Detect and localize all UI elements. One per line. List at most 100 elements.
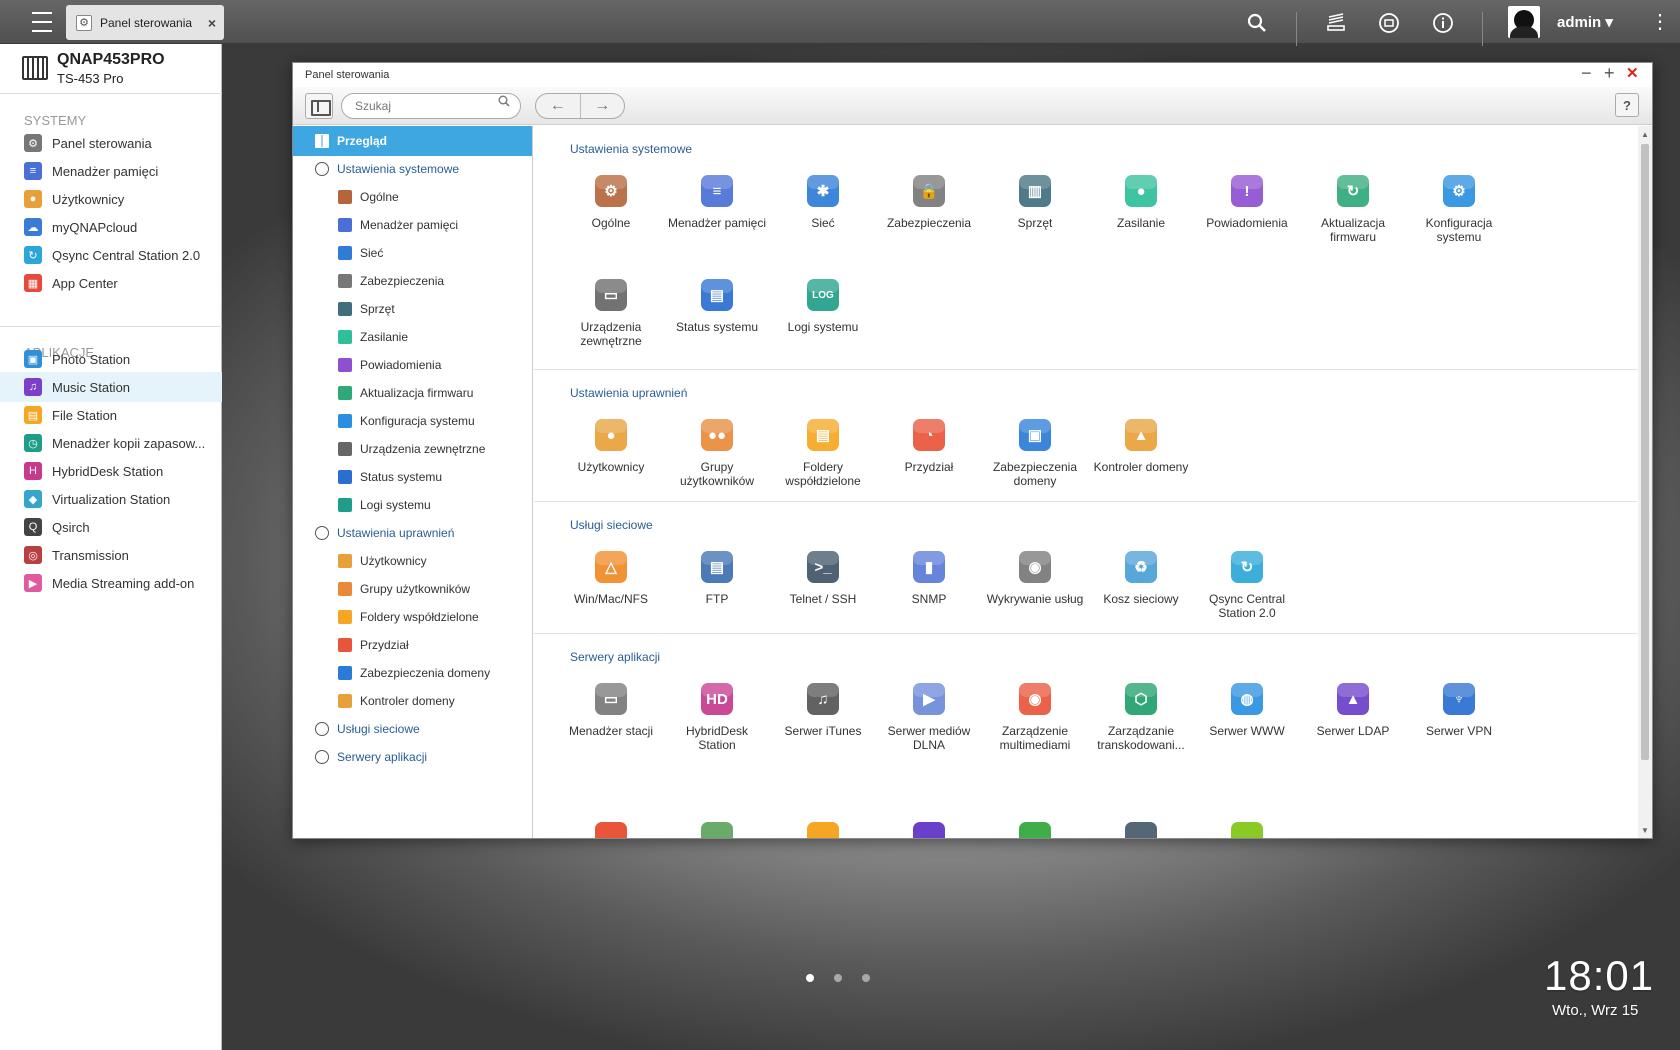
page-dot[interactable] [806, 974, 814, 982]
nav-item-urzadzenia-zewnetrzne[interactable]: Urządzenia zewnętrzne [293, 434, 532, 464]
nav-item-zabezpieczenia[interactable]: Zabezpieczenia [293, 266, 532, 296]
app-aktualizacja-firmwaru[interactable]: ↻ Aktualizacja firmwaru [1303, 171, 1403, 244]
nav-item-sprzet[interactable]: Sprzęt [293, 294, 532, 324]
nav-item-kontroler-domeny[interactable]: Kontroler domeny [293, 686, 532, 716]
app-kosz-sieciowy[interactable]: ♻ Kosz sieciowy [1091, 547, 1191, 606]
app-konfiguracja-systemu[interactable]: ⚙ Konfiguracja systemu [1409, 171, 1509, 244]
nav-item-foldery-wspoldzielone[interactable]: Foldery współdzielone [293, 602, 532, 632]
app-powiadomienia[interactable]: ! Powiadomienia [1197, 171, 1297, 230]
nav-item-serwery-aplikacji[interactable]: Serwery aplikacji [293, 742, 532, 772]
menu-item-music-station[interactable]: ♫ Music Station [0, 372, 222, 402]
info-icon[interactable] [1430, 10, 1456, 36]
app-icon-partial[interactable] [1197, 818, 1297, 838]
menu-item-uzytkownicy[interactable]: ● Użytkownicy [0, 184, 222, 214]
sync-icon[interactable] [1376, 10, 1402, 36]
app-snmp[interactable]: ▮ SNMP [879, 547, 979, 606]
app-hybriddesk-station[interactable]: HD HybridDesk Station [667, 679, 767, 752]
more-options-icon[interactable]: ⋮ [1650, 12, 1670, 32]
nav-item-zasilanie[interactable]: Zasilanie [293, 322, 532, 352]
app-zarzadzenie-multimediami[interactable]: ◉ Zarządzenie multimediami [985, 679, 1085, 752]
app-serwer-mediow-dlna[interactable]: ▶ Serwer mediów DLNA [879, 679, 979, 752]
app-logi-systemu[interactable]: LOG Logi systemu [773, 275, 873, 334]
minimize-button[interactable]: − [1581, 63, 1592, 84]
app-icon-partial[interactable] [561, 818, 661, 838]
nav-item-ogolne[interactable]: Ogólne [293, 182, 532, 212]
nav-item-uzytkownicy[interactable]: Użytkownicy [293, 546, 532, 576]
app-win-mac-nfs[interactable]: △ Win/Mac/NFS [561, 547, 661, 606]
app-kontroler-domeny[interactable]: ▲ Kontroler domeny [1091, 415, 1191, 474]
app-foldery-wspoldzielone[interactable]: ▤ Foldery współdzielone [773, 415, 873, 488]
app-ogolne[interactable]: ⚙ Ogólne [561, 171, 661, 230]
scroll-down-icon[interactable]: ▼ [1641, 826, 1649, 835]
search-icon[interactable] [1244, 10, 1270, 36]
scrollbar[interactable]: ▲ ▼ [1638, 126, 1652, 838]
app-icon-partial[interactable] [879, 818, 979, 838]
nav-item-aktualizacja-firmwaru[interactable]: Aktualizacja firmwaru [293, 378, 532, 408]
nav-item-logi-systemu[interactable]: Logi systemu [293, 490, 532, 520]
app-wykrywanie-uslug[interactable]: ◉ Wykrywanie usług [985, 547, 1085, 606]
nav-item-konfiguracja-systemu[interactable]: Konfiguracja systemu [293, 406, 532, 436]
menu-item-file-station[interactable]: ▤ File Station [0, 400, 222, 430]
nav-item-grupy-uzytkownikow[interactable]: Grupy użytkowników [293, 574, 532, 604]
menu-item-media-streaming-add-on[interactable]: ▶ Media Streaming add-on [0, 568, 222, 598]
app-icon-partial[interactable] [667, 818, 767, 838]
menu-item-panel-sterowania[interactable]: ⚙ Panel sterowania [0, 128, 222, 158]
taskbar-tab-control-panel[interactable]: ⚙ Panel sterowania × [66, 5, 224, 40]
forward-button[interactable]: → [581, 94, 625, 118]
app-serwer-vpn[interactable]: ♆ Serwer VPN [1409, 679, 1509, 738]
app-icon-partial[interactable] [985, 818, 1085, 838]
app-uzytkownicy[interactable]: ● Użytkownicy [561, 415, 661, 474]
scroll-up-icon[interactable]: ▲ [1641, 130, 1649, 139]
app-zarzadzanie-transkodowani[interactable]: ⬡ Zarządzanie transkodowani... [1091, 679, 1191, 752]
nav-item-uslugi-sieciowe[interactable]: Usługi sieciowe [293, 714, 532, 744]
nav-item-ustawienia-uprawnien[interactable]: Ustawienia uprawnień [293, 518, 532, 548]
app-zabezpieczenia-domeny[interactable]: ▣ Zabezpieczenia domeny [985, 415, 1085, 488]
nav-item-przydzial[interactable]: Przydział [293, 630, 532, 660]
menu-item-hybriddesk-station[interactable]: H HybridDesk Station [0, 456, 222, 486]
app-icon-partial[interactable] [1091, 818, 1191, 838]
page-dot[interactable] [862, 974, 870, 982]
main-menu-button[interactable] [22, 10, 62, 34]
menu-item-qsirch[interactable]: Q Qsirch [0, 512, 222, 542]
menu-item-menadzer-kopii-zapasow[interactable]: ◷ Menadżer kopii zapasow... [0, 428, 222, 458]
app-przydzial[interactable]: ◔ Przydział [879, 415, 979, 474]
nav-item-przeglad[interactable]: Przegląd [293, 126, 532, 156]
app-serwer-www[interactable]: ◍ Serwer WWW [1197, 679, 1297, 738]
menu-item-photo-station[interactable]: ▣ Photo Station [0, 344, 222, 374]
maximize-button[interactable]: + [1604, 63, 1615, 84]
user-menu[interactable]: admin ▾ [1557, 13, 1613, 31]
help-button[interactable]: ? [1615, 93, 1639, 117]
back-button[interactable]: ← [536, 94, 581, 118]
search-input[interactable] [341, 93, 521, 119]
app-zabezpieczenia[interactable]: 🔒 Zabezpieczenia [879, 171, 979, 230]
app-menadzer-stacji[interactable]: ▭ Menadżer stacji [561, 679, 661, 738]
nav-item-menadzer-pamieci[interactable]: Menadżer pamięci [293, 210, 532, 240]
app-siec[interactable]: ✱ Sieć [773, 171, 873, 230]
app-icon-partial[interactable] [773, 818, 873, 838]
nav-item-status-systemu[interactable]: Status systemu [293, 462, 532, 492]
nav-item-siec[interactable]: Sieć [293, 238, 532, 268]
app-ftp[interactable]: ▤ FTP [667, 547, 767, 606]
app-urzadzenia-zewnetrzne[interactable]: ▭ Urządzenia zewnętrzne [561, 275, 661, 348]
menu-item-virtualization-station[interactable]: ◆ Virtualization Station [0, 484, 222, 514]
scrollbar-thumb[interactable] [1641, 144, 1649, 760]
menu-item-myqnapcloud[interactable]: ☁ myQNAPcloud [0, 212, 222, 242]
avatar[interactable] [1508, 6, 1540, 38]
close-window-button[interactable]: ✕ [1626, 64, 1639, 82]
nav-item-powiadomienia[interactable]: Powiadomienia [293, 350, 532, 380]
app-grupy-uzytkownikow[interactable]: ●● Grupy użytkowników [667, 415, 767, 488]
app-telnet-ssh[interactable]: >_ Telnet / SSH [773, 547, 873, 606]
app-menadzer-pamieci[interactable]: ≡ Menadżer pamięci [667, 171, 767, 230]
page-dot[interactable] [834, 974, 842, 982]
app-sprzet[interactable]: ▥ Sprzęt [985, 171, 1085, 230]
nav-item-ustawienia-systemowe[interactable]: Ustawienia systemowe [293, 154, 532, 184]
menu-item-qsync-central-station-2-0[interactable]: ↻ Qsync Central Station 2.0 [0, 240, 222, 270]
nav-item-zabezpieczenia-domeny[interactable]: Zabezpieczenia domeny [293, 658, 532, 688]
search-icon[interactable] [498, 95, 510, 110]
app-serwer-ldap[interactable]: ▲ Serwer LDAP [1303, 679, 1403, 738]
app-serwer-itunes[interactable]: ♫ Serwer iTunes [773, 679, 873, 738]
stack-icon[interactable] [1323, 10, 1349, 36]
app-qsync-central-station-2-0[interactable]: ↻ Qsync Central Station 2.0 [1197, 547, 1297, 620]
menu-item-app-center[interactable]: ▦ App Center [0, 268, 222, 298]
toggle-sidebar-button[interactable] [305, 93, 333, 119]
